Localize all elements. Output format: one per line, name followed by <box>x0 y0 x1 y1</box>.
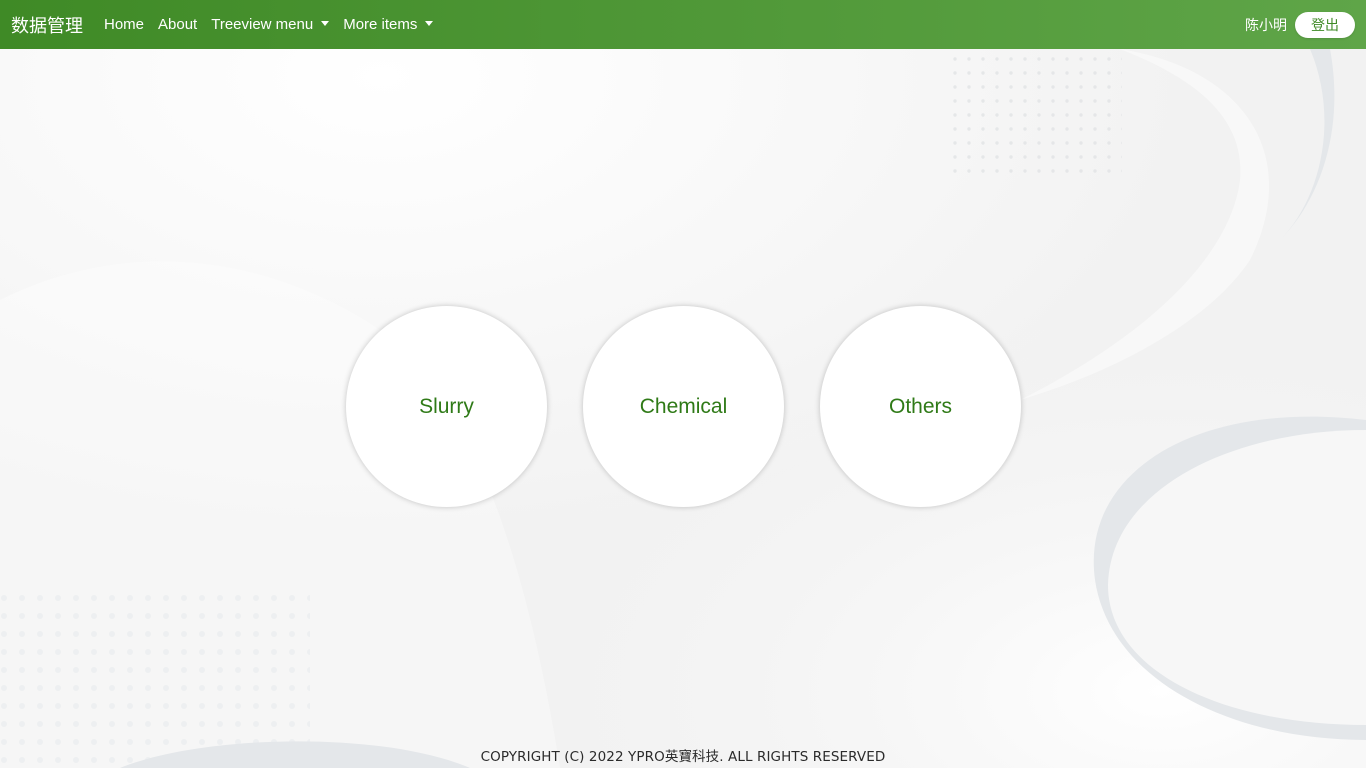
caret-down-icon <box>425 21 434 26</box>
nav-link-about-label: About <box>158 16 198 33</box>
nav-link-home-label: Home <box>104 16 145 33</box>
nav-link-home[interactable]: Home <box>104 16 144 33</box>
caret-down-icon <box>321 21 330 26</box>
category-chemical-button[interactable]: Chemical <box>583 306 784 507</box>
top-navbar: 数据管理 Home About Treeview menu More items… <box>0 0 1366 49</box>
category-chemical-label: Chemical <box>639 394 728 418</box>
nav-dropdown-treeview-menu-label: Treeview menu <box>211 16 314 33</box>
footer-copyright: COPYRIGHT (C) 2022 YPRO英寶科技. ALL RIGHTS … <box>480 749 886 765</box>
nav-dropdown-more-items-label: More items <box>343 16 418 33</box>
nav-user-area: 陈小明 登出 <box>1245 11 1355 38</box>
category-buttons: Slurry Chemical Others <box>346 306 1021 507</box>
nav-dropdown-treeview-menu[interactable]: Treeview menu <box>211 16 330 33</box>
category-slurry-label: Slurry <box>419 394 474 418</box>
category-others-button[interactable]: Others <box>820 306 1021 507</box>
category-others-label: Others <box>888 394 953 418</box>
logout-button[interactable]: 登出 <box>1295 11 1355 38</box>
nav-link-about[interactable]: About <box>158 16 197 33</box>
user-name: 陈小明 <box>1245 17 1287 34</box>
category-slurry-button[interactable]: Slurry <box>346 306 547 507</box>
nav-links: Home About Treeview menu More items <box>104 16 447 33</box>
brand-title[interactable]: 数据管理 <box>11 12 83 38</box>
nav-dropdown-more-items[interactable]: More items <box>343 16 434 33</box>
